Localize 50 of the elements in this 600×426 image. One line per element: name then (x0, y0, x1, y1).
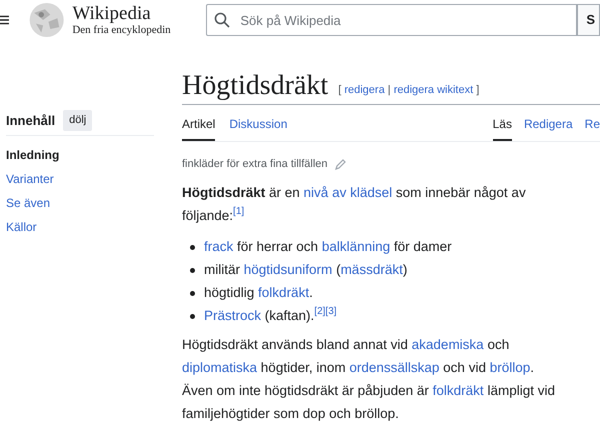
tagline: Den fria encyklopedin (72, 25, 172, 36)
tab[interactable]: Artikel (182, 115, 216, 141)
menu-icon[interactable] (0, 15, 9, 25)
link[interactable]: frack (204, 238, 234, 254)
contents-item[interactable]: Inledning (6, 146, 154, 164)
link[interactable]: högtidsuniform (244, 262, 332, 276)
pencil-icon[interactable] (334, 158, 347, 171)
link[interactable]: bröllop (490, 360, 530, 374)
reference-link[interactable]: [1] (233, 206, 244, 218)
short-description: finkläder för extra fina tillfällen (182, 157, 328, 172)
separator: | (388, 84, 391, 96)
link[interactable]: mässdräkt (340, 262, 403, 276)
bullet-icon (190, 268, 195, 272)
paragraph: Högtidsdräkt används bland annat vid akademiska och diplomatiska högtider, inom ordenssällskap och vid bröllop. Även om inte högtidsdräkt är påbjuden är folkdräkt lämpligt vid familjehögtider som dop och bröllop. (182, 336, 556, 423)
globe-logo-icon[interactable] (26, 0, 66, 40)
paragraph: Högtidsdräkt är en nivå av klädsel som innebär något av följande:$^{[1]}$ (182, 184, 527, 225)
tab[interactable]: Redigera (524, 115, 573, 141)
search-button[interactable]: S (577, 4, 600, 36)
link[interactable]: balklänning (322, 238, 390, 254)
search-field[interactable]: Sök på Wikipedia (206, 4, 578, 36)
reference-link[interactable]: [2] (314, 306, 326, 318)
edit-link[interactable]: redigera wikitext (394, 84, 474, 96)
list-item: frack för herrar och balklänning för damer (204, 238, 452, 256)
contents-item[interactable]: Se även (6, 194, 154, 212)
link[interactable]: Prästrock (204, 308, 262, 322)
contents-heading: Innehåll (6, 112, 56, 130)
bullet-icon (190, 314, 195, 318)
link[interactable]: nivå av klädsel (304, 184, 392, 200)
bullet-icon (190, 290, 195, 296)
reference-link[interactable]: [3] (325, 306, 337, 318)
list-item: högtidlig folkdräkt. (204, 284, 313, 302)
link[interactable]: ordenssällskap (349, 360, 440, 374)
link[interactable]: akademiska (412, 336, 484, 352)
bullet-icon (190, 244, 195, 250)
contents-item[interactable]: Källor (6, 218, 154, 236)
page-title: Högtidsdräkt (182, 69, 328, 103)
tab[interactable]: Läs (492, 115, 512, 141)
bracket: [ (338, 84, 342, 96)
link[interactable]: folkdräkt (258, 284, 310, 300)
tab[interactable]: Re (584, 115, 600, 141)
contents-item[interactable]: Varianter (6, 170, 154, 188)
hide-button[interactable]: dölj (63, 110, 92, 130)
wordmark: Wikipedia (72, 4, 152, 23)
list-item: militär högtidsuniform (mässdräkt) (204, 260, 408, 279)
edit-link[interactable]: redigera (344, 84, 385, 96)
bracket: ] (476, 84, 480, 96)
tab[interactable]: Diskussion (229, 115, 288, 141)
link[interactable]: diplomatiska (182, 360, 258, 374)
search-icon (214, 12, 230, 28)
link[interactable]: folkdräkt (432, 382, 484, 398)
